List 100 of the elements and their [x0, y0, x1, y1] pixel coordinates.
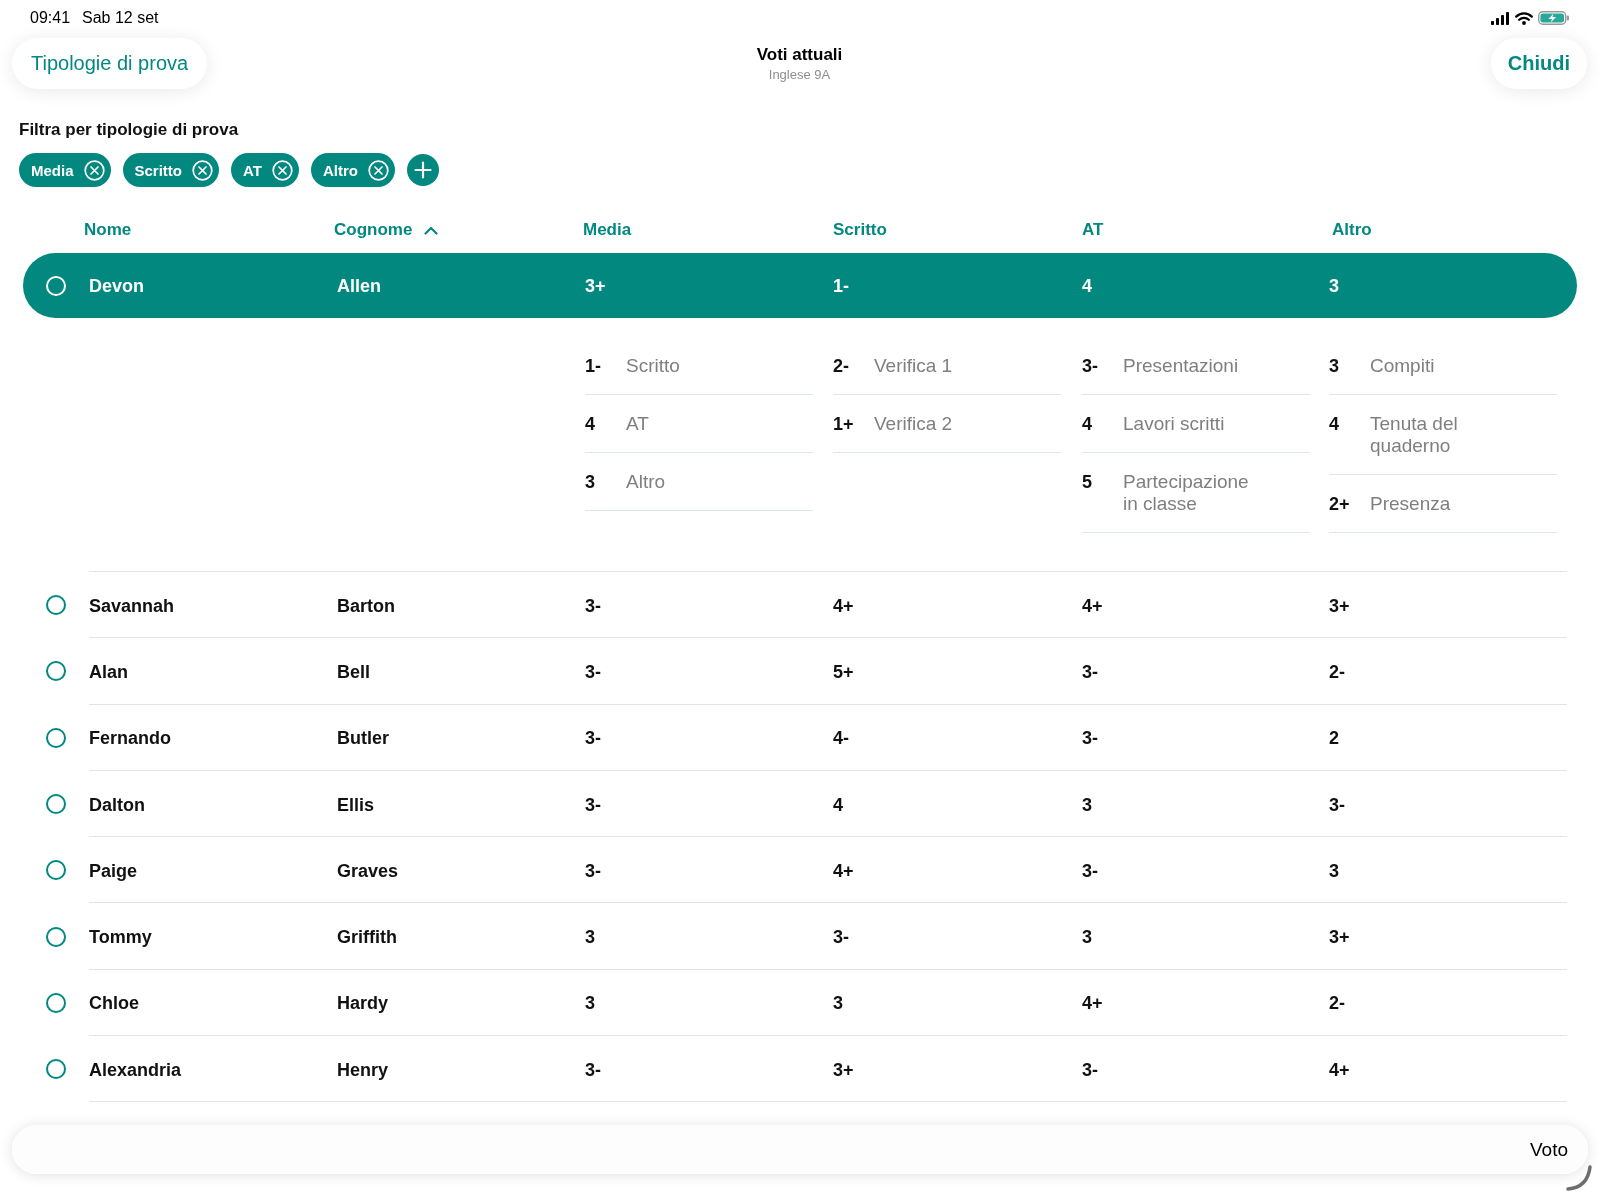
- radio-icon[interactable]: [46, 794, 66, 815]
- last-name-cell-text: Graves: [337, 860, 400, 882]
- column-header[interactable]: AT: [1082, 220, 1104, 240]
- table-row[interactable]: Fernando Butler 3- 4- 3- 2: [23, 704, 1577, 771]
- grade-cell-text: 2-: [1329, 661, 1346, 683]
- table-row[interactable]: Alexandria Henry 3- 3+ 3- 4+: [23, 1036, 1577, 1103]
- close-icon[interactable]: [192, 159, 214, 181]
- assessment-label: Verifica 2: [874, 412, 954, 435]
- assessment-label: Compiti: [1370, 354, 1436, 377]
- grade-cell-text: 4+: [1329, 1059, 1351, 1081]
- filter-chip[interactable]: Scritto: [122, 153, 220, 187]
- table-row[interactable]: Devon Allen 3+ 1- 4 3: [23, 253, 1577, 318]
- grade-cell-text: 3-: [1329, 794, 1346, 816]
- grade-cell-text: 4+: [833, 860, 855, 882]
- close-icon[interactable]: [367, 159, 389, 181]
- grade-cell-text: 4+: [1082, 595, 1104, 617]
- table-row[interactable]: Alan Bell 3- 5+ 3- 2-: [23, 638, 1577, 705]
- last-name-cell-text: Ellis: [337, 794, 376, 816]
- detail-grade: 3-: [1082, 354, 1099, 377]
- close-icon[interactable]: [271, 159, 293, 181]
- last-name-cell-text: Allen: [337, 275, 382, 297]
- grade-cell-text: 3-: [585, 1059, 602, 1081]
- grade-cell-text: 3-: [833, 927, 850, 949]
- detail-grade: 5: [1082, 470, 1093, 494]
- status-date: Sab 12 set: [82, 9, 159, 27]
- grade-cell-text: 4: [1082, 275, 1093, 297]
- assessment-label: Lavori scritti: [1123, 412, 1226, 435]
- radio-icon[interactable]: [46, 661, 66, 682]
- table-row[interactable]: Dalton Ellis 3- 4 3 3-: [23, 770, 1577, 838]
- grade-cell-text: 3-: [585, 661, 602, 683]
- first-name-cell-text: Tommy: [89, 927, 153, 949]
- grade-cell-text: 3: [1082, 927, 1093, 949]
- table-row[interactable]: Paige Graves 3- 4+ 3- 3: [23, 837, 1577, 904]
- assessment-label: Partecipazione in classe: [1123, 470, 1250, 515]
- back-button[interactable]: Tipologie di prova: [12, 38, 208, 89]
- filter-chip[interactable]: Altro: [310, 153, 395, 187]
- grade-cell-text: 3+: [833, 1059, 855, 1081]
- radio-icon[interactable]: [46, 992, 66, 1013]
- column-header[interactable]: Media: [583, 220, 632, 240]
- grade-cell-text: 5+: [833, 661, 855, 683]
- table-row[interactable]: Tommy Griffith 3 3- 3 3+: [23, 903, 1577, 970]
- grade-cell-text: 4+: [1082, 993, 1104, 1015]
- status-time: 09:41: [30, 9, 71, 27]
- screen-title: Voti attuali: [756, 45, 843, 65]
- assessment-label: Scritto: [626, 354, 681, 377]
- grade-cell-text: 4: [833, 794, 844, 816]
- grade-cell-text: 3: [1329, 275, 1340, 297]
- signal-icon: [1491, 11, 1510, 25]
- grade-cell-text: 3: [1329, 860, 1340, 882]
- column-header[interactable]: Scritto: [833, 220, 887, 240]
- first-name-cell-text: Alan: [89, 661, 129, 683]
- corner-handle-icon[interactable]: [1566, 1165, 1592, 1191]
- first-name-cell-text: Paige: [89, 860, 139, 882]
- grade-cell-text: 3-: [585, 794, 602, 816]
- table-row[interactable]: Chloe Hardy 3 3 4+ 2-: [23, 969, 1577, 1037]
- detail-grade: 1-: [585, 354, 602, 377]
- assessment-label: Verifica 1: [874, 354, 954, 377]
- grade-cell-text: 3-: [1082, 1059, 1099, 1081]
- filter-chip[interactable]: Media: [19, 153, 111, 187]
- last-name-cell-text: Barton: [337, 595, 396, 617]
- first-name-cell-text: Chloe: [89, 993, 140, 1015]
- close-button[interactable]: Chiudi: [1490, 38, 1587, 89]
- radio-icon[interactable]: [46, 727, 66, 748]
- assessment-label: AT: [626, 412, 650, 435]
- detail-grade: 4: [1329, 412, 1340, 436]
- detail-grade: 2+: [1329, 492, 1351, 515]
- column-header[interactable]: Altro: [1332, 220, 1372, 240]
- detail-grade: 3: [1329, 354, 1340, 377]
- grade-cell-text: 3+: [585, 275, 607, 297]
- assessment-label: Presentazioni: [1123, 354, 1240, 377]
- chevron-up-icon[interactable]: [424, 225, 439, 235]
- grade-cell-text: 3: [585, 993, 596, 1015]
- wifi-icon: [1515, 11, 1533, 25]
- radio-icon[interactable]: [46, 1059, 66, 1080]
- last-name-cell-text: Hardy: [337, 993, 390, 1015]
- last-name-cell-text: Henry: [337, 1059, 390, 1081]
- grade-cell-text: 3-: [585, 860, 602, 882]
- assessment-label: Tenuta del quaderno: [1370, 412, 1459, 457]
- radio-icon[interactable]: [46, 860, 66, 881]
- grade-cell-text: 3+: [1329, 595, 1351, 617]
- assessment-label: Presenza: [1370, 492, 1452, 515]
- detail-grade: 3: [585, 470, 596, 493]
- grade-cell-text: 3-: [585, 595, 602, 617]
- table-row[interactable]: Savannah Barton 3- 4+ 4+ 3+: [23, 572, 1577, 639]
- grade-cell-text: 3+: [1329, 927, 1351, 949]
- column-header[interactable]: Cognome: [334, 220, 413, 240]
- first-name-cell-text: Fernando: [89, 728, 172, 750]
- filter-chip[interactable]: AT: [231, 153, 299, 187]
- add-button[interactable]: [406, 154, 439, 186]
- screen-subtitle: Inglese 9A: [768, 67, 831, 82]
- radio-icon[interactable]: [46, 595, 66, 616]
- toolbar-label[interactable]: Voto: [1529, 1138, 1568, 1161]
- detail-grade: 2-: [833, 354, 850, 377]
- close-icon[interactable]: [83, 159, 105, 181]
- assessment-label: Altro: [626, 470, 667, 493]
- grade-cell-text: 4-: [833, 728, 850, 750]
- grade-cell-text: 1-: [833, 275, 850, 297]
- radio-icon[interactable]: [46, 926, 66, 947]
- column-header[interactable]: Nome: [84, 220, 132, 240]
- grade-cell-text: 2: [1329, 728, 1340, 750]
